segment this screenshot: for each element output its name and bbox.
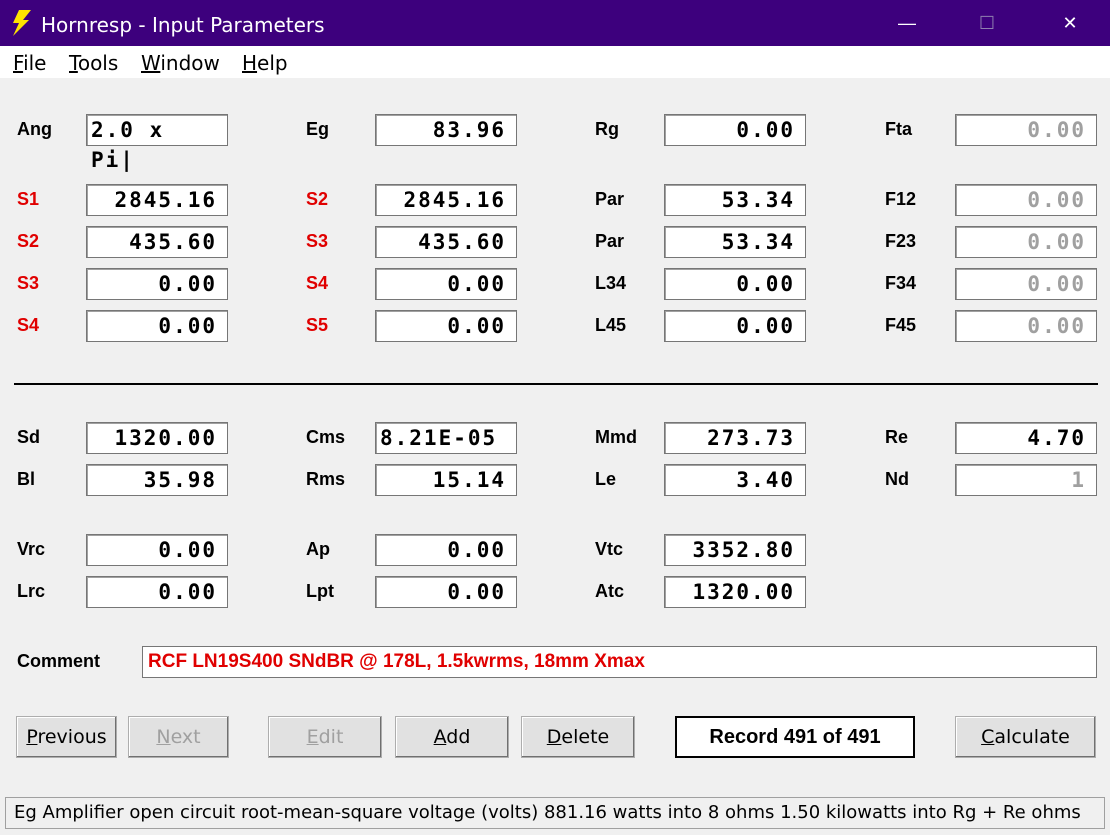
s2-field[interactable]: 435.60 [86, 226, 228, 258]
label-ang: Ang [17, 119, 52, 139]
calculate-button[interactable]: Calculate [955, 716, 1096, 758]
label-s2: S2 [306, 189, 329, 209]
l34-field[interactable]: 0.00 [664, 268, 806, 300]
s3-field[interactable]: 0.00 [86, 268, 228, 300]
lpt-field[interactable]: 0.00 [375, 576, 517, 608]
label-f23: F23 [885, 231, 917, 251]
f34-field: 0.00 [955, 268, 1097, 300]
eg-field[interactable]: 83.96 [375, 114, 517, 146]
vtc-field[interactable]: 3352.80 [664, 534, 806, 566]
label-rg: Rg [595, 119, 619, 139]
label-f12: F12 [885, 189, 917, 209]
label-par: Par [595, 189, 625, 209]
s1-field[interactable]: 2845.16 [86, 184, 228, 216]
maximize-button[interactable]: ☐ [947, 0, 1027, 46]
label-ap: Ap [306, 539, 330, 559]
label-cms: Cms [306, 427, 346, 447]
f12-field: 0.00 [955, 184, 1097, 216]
menu-tools[interactable]: Tools [69, 51, 118, 75]
label-vrc: Vrc [17, 539, 46, 559]
label-s3: S3 [17, 273, 40, 293]
status-bar: Eg Amplifier open circuit root-mean-squa… [5, 797, 1105, 829]
comment-field[interactable]: RCF LN19S400 SNdBR @ 178L, 1.5kwrms, 18m… [142, 646, 1097, 678]
close-button[interactable]: ✕ [1030, 0, 1110, 46]
atc-field[interactable]: 1320.00 [664, 576, 806, 608]
label-eg: Eg [306, 119, 330, 139]
par-field[interactable]: 53.34 [664, 226, 806, 258]
label-s3: S3 [306, 231, 329, 251]
label-s2: S2 [17, 231, 40, 251]
label-comment: Comment [17, 651, 101, 671]
label-s4: S4 [306, 273, 329, 293]
label-vtc: Vtc [595, 539, 624, 559]
label-nd: Nd [885, 469, 909, 489]
vrc-field[interactable]: 0.00 [86, 534, 228, 566]
label-atc: Atc [595, 581, 625, 601]
label-le: Le [595, 469, 617, 489]
lightning-bolt-icon [13, 10, 31, 36]
s5-field[interactable]: 0.00 [375, 310, 517, 342]
menu-file[interactable]: File [13, 51, 46, 75]
window-title: Hornresp - Input Parameters [41, 13, 325, 37]
label-bl: Bl [17, 469, 35, 489]
menu-help[interactable]: Help [242, 51, 288, 75]
f45-field: 0.00 [955, 310, 1097, 342]
label-f45: F45 [885, 315, 917, 335]
edit-button: Edit [268, 716, 382, 758]
label-sd: Sd [17, 427, 41, 447]
f23-field: 0.00 [955, 226, 1097, 258]
label-l34: L34 [595, 273, 627, 293]
minimize-button[interactable]: — [867, 0, 947, 46]
l45-field[interactable]: 0.00 [664, 310, 806, 342]
label-mmd: Mmd [595, 427, 637, 447]
label-s1: S1 [17, 189, 40, 209]
s4-field[interactable]: 0.00 [86, 310, 228, 342]
label-fta: Fta [885, 119, 912, 139]
label-f34: F34 [885, 273, 917, 293]
rg-field[interactable]: 0.00 [664, 114, 806, 146]
s4-field[interactable]: 0.00 [375, 268, 517, 300]
le-field[interactable]: 3.40 [664, 464, 806, 496]
label-rms: Rms [306, 469, 346, 489]
bl-field[interactable]: 35.98 [86, 464, 228, 496]
label-re: Re [885, 427, 909, 447]
fta-field: 0.00 [955, 114, 1097, 146]
label-lpt: Lpt [306, 581, 334, 601]
label-l45: L45 [595, 315, 627, 335]
sd-field[interactable]: 1320.00 [86, 422, 228, 454]
menu-window[interactable]: Window [141, 51, 220, 75]
ap-field[interactable]: 0.00 [375, 534, 517, 566]
label-s4: S4 [17, 315, 40, 335]
previous-button[interactable]: Previous [16, 716, 117, 758]
nd-field[interactable]: 1 [955, 464, 1097, 496]
s3-field[interactable]: 435.60 [375, 226, 517, 258]
mmd-field[interactable]: 273.73 [664, 422, 806, 454]
label-par: Par [595, 231, 625, 251]
record-indicator: Record 491 of 491 [675, 716, 915, 758]
lrc-field[interactable]: 0.00 [86, 576, 228, 608]
label-s5: S5 [306, 315, 329, 335]
section-divider [14, 383, 1098, 385]
ang-field[interactable]: 2.0 x Pi| [86, 114, 228, 172]
menu-bar: File Tools Window Help [0, 46, 1110, 78]
title-bar: Hornresp - Input Parameters — ☐ ✕ [0, 0, 1110, 46]
rms-field[interactable]: 15.14 [375, 464, 517, 496]
par-field[interactable]: 53.34 [664, 184, 806, 216]
next-button: Next [128, 716, 229, 758]
re-field[interactable]: 4.70 [955, 422, 1097, 454]
delete-button[interactable]: Delete [521, 716, 635, 758]
add-button[interactable]: Add [395, 716, 509, 758]
label-lrc: Lrc [17, 581, 46, 601]
cms-field[interactable]: 8.21E-05 [375, 422, 517, 454]
s2-field[interactable]: 2845.16 [375, 184, 517, 216]
